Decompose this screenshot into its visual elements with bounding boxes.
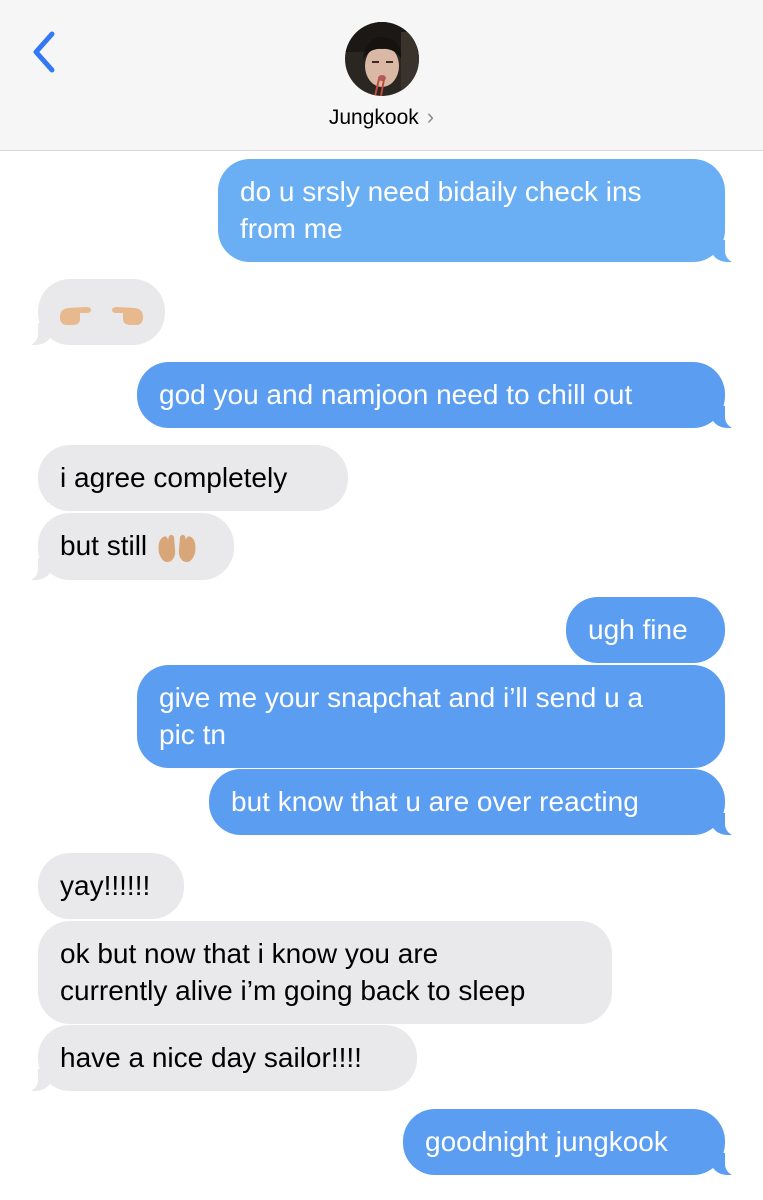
conversation-header: Jungkook › xyxy=(0,0,763,151)
chevron-right-icon: › xyxy=(426,104,435,129)
outgoing-message[interactable]: ugh fine xyxy=(566,597,725,663)
message-text-line: currently alive i’m going back to sleep xyxy=(60,975,526,1006)
outgoing-message[interactable]: goodnight jungkook xyxy=(403,1109,745,1176)
message-text: ugh fine xyxy=(588,614,688,645)
message-text: god you and namjoon need to chill out xyxy=(159,379,633,410)
back-chevron-icon[interactable] xyxy=(28,28,68,76)
outgoing-message[interactable]: but know that u are over reacting xyxy=(209,769,745,836)
incoming-message[interactable]: have a nice day sailor!!!! xyxy=(18,1025,417,1092)
message-text: have a nice day sailor!!!! xyxy=(60,1042,362,1073)
message-text: yay!!!!!! xyxy=(60,870,151,901)
incoming-message[interactable]: but still xyxy=(18,513,234,581)
contact-name: Jungkook xyxy=(328,106,419,129)
open-hands-emoji xyxy=(158,534,196,562)
message-text: but still xyxy=(60,530,148,561)
message-text: but know that u are over reacting xyxy=(231,786,639,817)
message-text: goodnight jungkook xyxy=(425,1126,668,1157)
pointing-fingers-emoji xyxy=(60,307,143,325)
message-text-line: do u srsly need bidaily check ins xyxy=(240,176,642,207)
outgoing-message[interactable]: do u srsly need bidaily check ins from m… xyxy=(218,159,745,263)
contact-name-button[interactable]: Jungkook › xyxy=(0,104,763,130)
message-text-line: pic tn xyxy=(159,719,226,750)
contact-avatar[interactable] xyxy=(345,22,419,96)
message-text-line: give me your snapchat and i’ll send u a xyxy=(159,682,644,713)
message-text-line: from me xyxy=(240,213,343,244)
message-text-line: ok but now that i know you are xyxy=(60,938,439,969)
incoming-message[interactable]: ok but now that i know you are currently… xyxy=(38,921,612,1024)
incoming-message[interactable]: yay!!!!!! xyxy=(38,853,184,919)
message-text: i agree completely xyxy=(60,462,288,493)
outgoing-message[interactable]: god you and namjoon need to chill out xyxy=(137,362,745,429)
incoming-message[interactable]: i agree completely xyxy=(38,445,348,511)
outgoing-message[interactable]: give me your snapchat and i’ll send u a … xyxy=(137,665,725,768)
incoming-message[interactable] xyxy=(18,279,165,346)
